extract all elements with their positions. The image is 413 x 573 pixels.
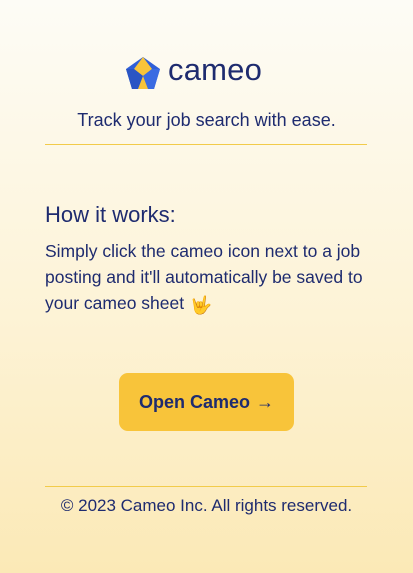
app-header: cameo [0, 52, 413, 92]
rock-on-hand-icon: 🤟 [190, 295, 212, 315]
how-it-works-body: Simply click the cameo icon next to a jo… [45, 238, 385, 318]
open-cameo-label: Open Cameo [138, 391, 251, 412]
cameo-logo-text: cameo [168, 52, 263, 87]
top-divider [45, 144, 367, 145]
how-it-works-title: How it works: [45, 202, 176, 227]
bottom-divider [45, 486, 367, 487]
footer-copyright: © 2023 Cameo Inc. All rights reserved. [60, 496, 353, 515]
arrow-right-icon: → [256, 391, 275, 412]
cameo-logo-icon [126, 57, 160, 89]
open-cameo-button[interactable]: Open Cameo → [119, 373, 294, 431]
tagline: Track your job search with ease. [77, 110, 336, 130]
